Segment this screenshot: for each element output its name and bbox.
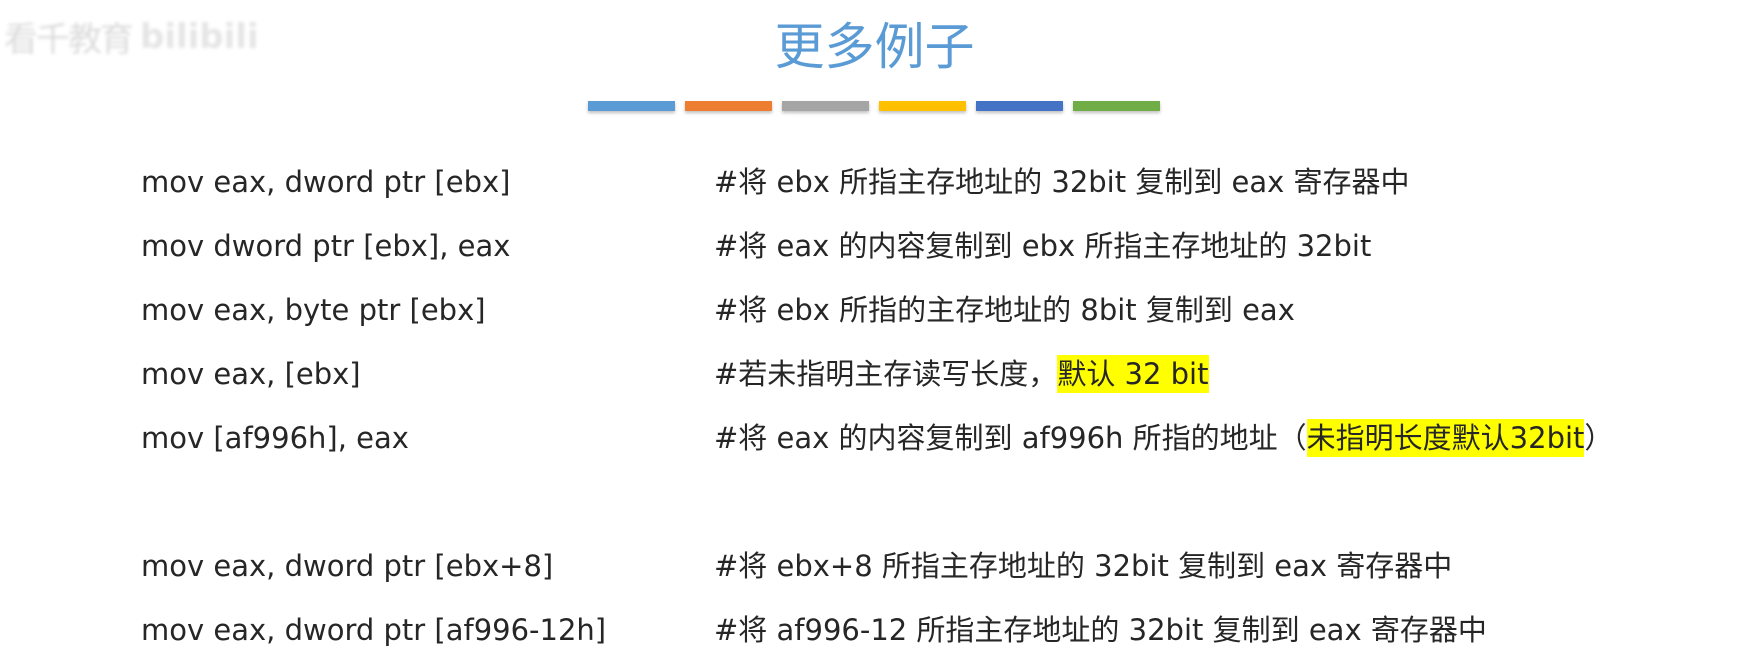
code-row: mov eax, dword ptr [af996-12h] #将 af996-… <box>0 602 1749 658</box>
code-row: mov eax, dword ptr [ebx] #将 ebx 所指主存地址的 … <box>0 154 1749 210</box>
comment-text: #将 ebx+8 所指主存地址的 32bit 复制到 eax 寄存器中 <box>714 549 1453 583</box>
instruction-text: mov eax, dword ptr [ebx] <box>141 165 511 199</box>
title-color-bars <box>588 101 1160 111</box>
instruction-text: mov eax, dword ptr [af996-12h] <box>141 613 607 647</box>
comment-text: #将 ebx 所指的主存地址的 8bit 复制到 eax <box>714 293 1295 327</box>
comment-text: #将 eax 的内容复制到 af996h 所指的地址（ <box>714 421 1307 455</box>
comment-text: #将 eax 的内容复制到 ebx 所指主存地址的 32bit <box>714 229 1372 263</box>
color-bar-blue <box>588 101 675 111</box>
highlighted-text: 默认 32 bit <box>1057 355 1209 393</box>
color-bar-darkblue <box>976 101 1063 111</box>
code-row: mov [af996h], eax #将 eax 的内容复制到 af996h 所… <box>0 410 1749 466</box>
instruction-text: mov eax, [ebx] <box>141 357 361 391</box>
instruction-text: mov eax, byte ptr [ebx] <box>141 293 486 327</box>
comment-text: #将 ebx 所指主存地址的 32bit 复制到 eax 寄存器中 <box>714 165 1410 199</box>
instruction-text: mov [af996h], eax <box>141 421 409 455</box>
comment-text: #若未指明主存读写长度， <box>714 357 1058 391</box>
color-bar-gray <box>782 101 869 111</box>
comment-group: #将 eax 的内容复制到 af996h 所指的地址（未指明长度默认32bit） <box>714 410 1613 466</box>
instruction-text: mov dword ptr [ebx], eax <box>141 229 511 263</box>
highlighted-text: 未指明长度默认32bit <box>1306 419 1585 457</box>
color-bar-green <box>1073 101 1160 111</box>
comment-text: #将 af996-12 所指主存地址的 32bit 复制到 eax 寄存器中 <box>714 613 1487 647</box>
color-bar-yellow <box>879 101 966 111</box>
instruction-text: mov eax, dword ptr [ebx+8] <box>141 549 554 583</box>
code-row: mov eax, byte ptr [ebx] #将 ebx 所指的主存地址的 … <box>0 282 1749 338</box>
comment-group: #若未指明主存读写长度，默认 32 bit <box>714 346 1209 402</box>
comment-text-after: ） <box>1584 421 1614 455</box>
code-row: mov eax, [ebx] #若未指明主存读写长度，默认 32 bit <box>0 346 1749 402</box>
code-row: mov dword ptr [ebx], eax #将 eax 的内容复制到 e… <box>0 218 1749 274</box>
slide-title: 更多例子 <box>774 18 975 76</box>
color-bar-orange <box>685 101 772 111</box>
code-row: mov eax, dword ptr [ebx+8] #将 ebx+8 所指主存… <box>0 538 1749 594</box>
